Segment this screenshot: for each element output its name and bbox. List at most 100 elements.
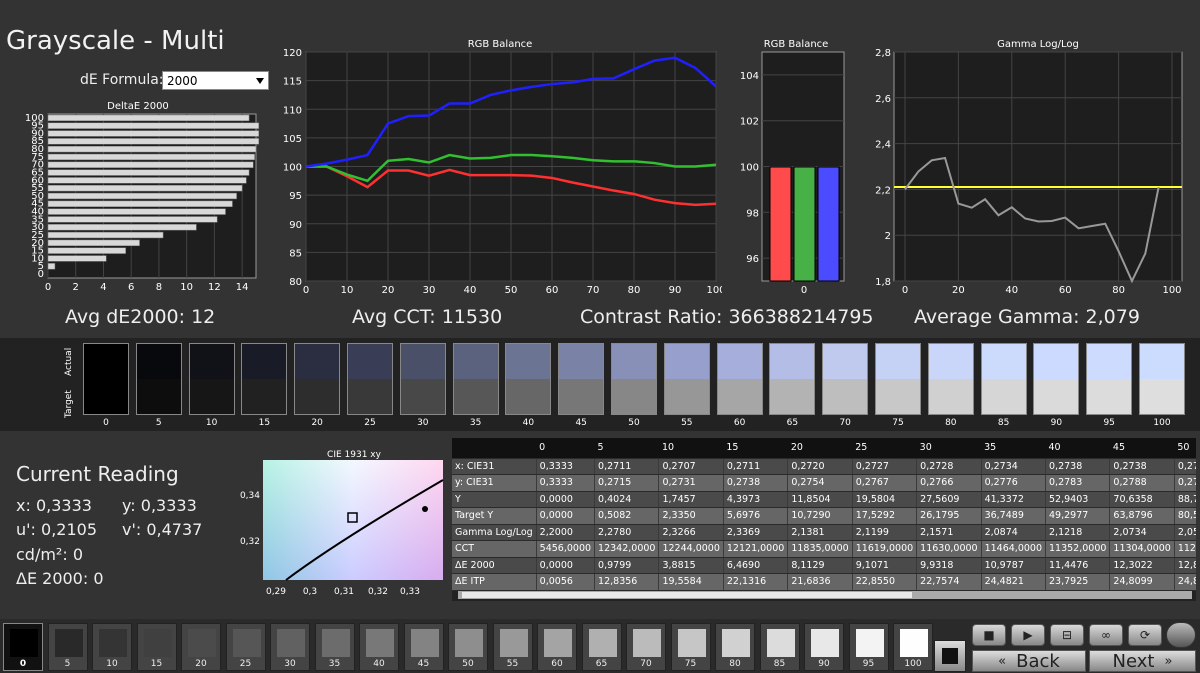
patch-button-10[interactable]: 10 bbox=[92, 623, 132, 671]
table-cell: 24,4821 bbox=[981, 573, 1047, 591]
patch-button-30[interactable]: 30 bbox=[270, 623, 310, 671]
table-cell: 2,0734 bbox=[1109, 524, 1175, 541]
table-cell: 9,9318 bbox=[916, 557, 982, 574]
swatch-label: 100 bbox=[1153, 418, 1171, 428]
table-cell: 9,1071 bbox=[852, 557, 918, 574]
options-button[interactable] bbox=[1166, 622, 1196, 648]
swatch-label: 25 bbox=[364, 418, 376, 428]
table-cell: 12,8356 bbox=[594, 573, 660, 591]
next-label: Next bbox=[1112, 650, 1155, 672]
rgb-line-x-tick: 20 bbox=[382, 285, 395, 296]
deltae-bar bbox=[47, 177, 247, 184]
cie-x-tick: 0,33 bbox=[400, 587, 420, 597]
swatch bbox=[188, 343, 235, 415]
patch-label: 80 bbox=[729, 659, 741, 669]
refresh-button[interactable]: ⟳ bbox=[1128, 624, 1162, 646]
rgb-bar-y-tick: 102 bbox=[740, 117, 759, 128]
deltae-x-tick: 8 bbox=[156, 282, 162, 293]
swatch-target bbox=[242, 379, 287, 414]
table-cell: 0,4024 bbox=[594, 491, 660, 508]
patch-button-85[interactable]: 85 bbox=[759, 623, 800, 671]
patch-button-55[interactable]: 55 bbox=[492, 623, 533, 671]
reading-u: u': 0,2105 bbox=[16, 520, 97, 539]
swatch bbox=[452, 343, 499, 415]
table-column-header: 45 bbox=[1109, 438, 1175, 459]
table-cell: 2,0874 bbox=[981, 524, 1047, 541]
rgb-bar-x-tick: 0 bbox=[801, 285, 807, 296]
de-formula-select[interactable]: 2000 bbox=[162, 71, 269, 90]
scrollbar-thumb[interactable] bbox=[462, 592, 912, 598]
patch-button-45[interactable]: 45 bbox=[403, 623, 444, 671]
swatch-target bbox=[770, 379, 815, 414]
table-cell: 12,3022 bbox=[1109, 557, 1175, 574]
table-column-header: 5 bbox=[594, 438, 659, 459]
patch-swatch bbox=[677, 629, 706, 657]
next-button[interactable]: Next » bbox=[1089, 650, 1196, 672]
patch-button-50[interactable]: 50 bbox=[448, 623, 488, 671]
table-row: y: CIE31 0,3333 0,2715 0,2731 0,2738 0,2754 0,… bbox=[452, 474, 1196, 492]
patch-button-35[interactable]: 35 bbox=[314, 623, 355, 671]
table-cell: 19,5804 bbox=[852, 491, 918, 508]
swatch-target bbox=[136, 379, 181, 414]
swatch-target bbox=[506, 379, 551, 414]
patch-button-0[interactable]: 0 bbox=[3, 623, 43, 671]
deltae-bar bbox=[47, 122, 260, 129]
measured-point bbox=[422, 506, 428, 512]
patch-swatch bbox=[633, 629, 661, 657]
swatch-label: 65 bbox=[786, 418, 799, 428]
gamma-y-tick: 1,8 bbox=[875, 277, 891, 288]
deltae-bar bbox=[47, 231, 164, 239]
table-cell: 4,3973 bbox=[723, 491, 789, 508]
stop-button[interactable]: ■ bbox=[972, 624, 1006, 646]
patch-button-90[interactable]: 90 bbox=[804, 623, 844, 671]
rgb-line-x-tick: 30 bbox=[423, 285, 436, 296]
table-cell: 0,2711 bbox=[723, 458, 789, 475]
patch-button-100[interactable]: 100 bbox=[893, 623, 933, 671]
patch-button-40[interactable]: 40 bbox=[359, 623, 399, 671]
rgb-balance-bar-chart: RGB Balance 104 102 100 98 96 0 bbox=[740, 39, 845, 296]
play-button[interactable]: ▶ bbox=[1011, 624, 1045, 646]
table-cell: 11304,0000 bbox=[1109, 540, 1175, 558]
loop-button[interactable]: ∞ bbox=[1089, 624, 1123, 646]
swatch-label: 75 bbox=[892, 418, 904, 428]
patch-button-65[interactable]: 65 bbox=[581, 623, 622, 671]
swatch bbox=[241, 343, 288, 415]
swatch-target bbox=[559, 379, 604, 414]
patch-button-80[interactable]: 80 bbox=[715, 623, 755, 671]
swatch-strip: 0 5 10 15 20 25 30 35 40 45 50 55 60 65 70 75 80 85 90 95 10… bbox=[0, 338, 1200, 431]
patch-swatch bbox=[232, 629, 261, 657]
patch-label: 75 bbox=[684, 659, 697, 669]
patch-button-20[interactable]: 20 bbox=[181, 623, 221, 671]
table-horizontal-scrollbar[interactable] bbox=[458, 591, 1192, 599]
patch-button-95[interactable]: 95 bbox=[848, 623, 889, 671]
gamma-y-tick: 2,6 bbox=[875, 94, 891, 105]
swatch-target bbox=[823, 379, 868, 414]
table-cell: 19,5584 bbox=[658, 573, 724, 591]
table-cell: 2,3350 bbox=[658, 507, 724, 525]
patch-button-5[interactable]: 5 bbox=[47, 623, 88, 671]
table-column-header: 15 bbox=[723, 438, 788, 459]
rgb-bar-y-tick: 96 bbox=[746, 254, 759, 265]
patch-button-25[interactable]: 25 bbox=[225, 623, 266, 671]
patch-button-75[interactable]: 75 bbox=[670, 623, 711, 671]
swatch bbox=[505, 343, 552, 415]
patch-button-15[interactable]: 15 bbox=[136, 623, 177, 671]
swatch-label: 35 bbox=[469, 418, 482, 428]
swatch-actual bbox=[559, 344, 604, 379]
step-button[interactable]: ⊟ bbox=[1050, 624, 1084, 646]
patch-label: 60 bbox=[551, 659, 563, 669]
data-table[interactable]: 051015202530354045505560x: CIE310,33330,… bbox=[452, 438, 1196, 601]
record-button[interactable] bbox=[934, 640, 966, 672]
table-cell: 21,6836 bbox=[787, 573, 853, 591]
patch-button-60[interactable]: 60 bbox=[537, 623, 577, 671]
swatch-label: 45 bbox=[575, 418, 587, 428]
deltae-bar bbox=[47, 255, 107, 262]
patch-button-70[interactable]: 70 bbox=[626, 623, 666, 671]
table-cell: 2,3369 bbox=[723, 524, 789, 541]
rgb-line-y-tick: 80 bbox=[289, 277, 302, 288]
back-button[interactable]: « Back bbox=[972, 650, 1086, 672]
table-cell: 0,2738 bbox=[723, 474, 789, 492]
patch-label: 65 bbox=[595, 659, 608, 669]
table-row-label: ΔE ITP bbox=[452, 573, 537, 591]
swatch-label: 70 bbox=[839, 418, 851, 428]
